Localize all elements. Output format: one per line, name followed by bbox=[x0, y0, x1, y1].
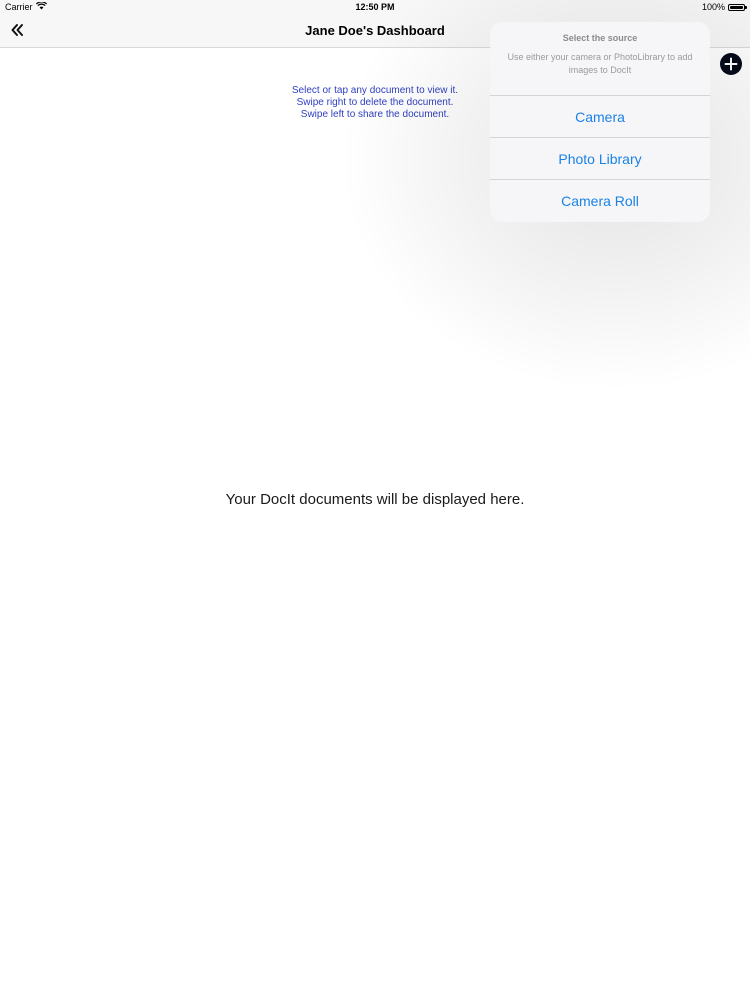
popover-title: Select the source bbox=[562, 33, 638, 43]
status-time: 12:50 PM bbox=[355, 2, 395, 12]
status-bar: Carrier 12:50 PM 100% bbox=[0, 0, 750, 14]
empty-state-message: Your DocIt documents will be displayed h… bbox=[225, 491, 525, 508]
plus-circle-icon bbox=[720, 57, 742, 79]
popover-header: Select the source Use either your camera… bbox=[490, 22, 710, 96]
popover-message: Use either your camera or PhotoLibrary t… bbox=[507, 52, 693, 75]
source-picker-popover: Select the source Use either your camera… bbox=[490, 22, 710, 222]
camera-roll-button[interactable]: Camera Roll bbox=[490, 180, 710, 221]
battery-percent: 100% bbox=[701, 2, 725, 12]
camera-button[interactable]: Camera bbox=[490, 96, 710, 138]
dashboard-screen: Carrier 12:50 PM 100% Jane Doe's Dashboa… bbox=[0, 0, 750, 1000]
battery-indicator: 100% bbox=[701, 2, 747, 12]
photo-library-button[interactable]: Photo Library bbox=[490, 138, 710, 180]
add-document-button[interactable] bbox=[720, 53, 742, 75]
battery-icon bbox=[728, 3, 747, 11]
